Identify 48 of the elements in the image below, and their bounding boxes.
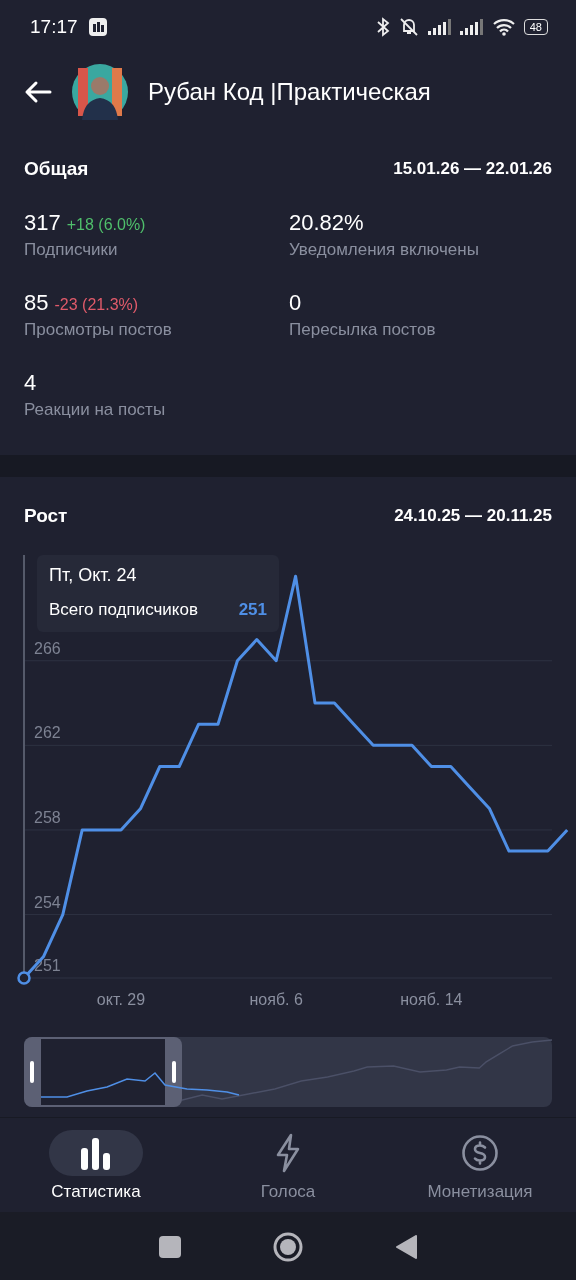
home-button[interactable] (273, 1232, 303, 1262)
date-range: 24.10.25 — 20.11.25 (394, 506, 552, 526)
stat-value: 317 (24, 210, 61, 236)
axis-label: нояб. 6 (249, 991, 303, 1008)
stat-label: Подписчики (24, 240, 119, 260)
wifi-icon (491, 18, 516, 36)
section-title: Рост (24, 505, 68, 527)
date-range: 15.01.26 — 22.01.26 (393, 159, 552, 179)
stat-label: Пересылка постов (289, 320, 437, 340)
tooltip-date: Пт, Окт. 24 (49, 565, 138, 586)
stat-change: +18 (6.0%) (66, 216, 146, 234)
axis-label: 254 (34, 893, 61, 911)
tooltip-label: Всего подписчиков (49, 600, 198, 620)
signal-icon (459, 19, 484, 35)
axis-label: 266 (34, 639, 61, 657)
range-selector[interactable] (24, 1037, 552, 1107)
signal-icon (427, 19, 452, 35)
stat-value: 4 (24, 370, 37, 396)
data-point (17, 971, 31, 985)
nav-tab[interactable]: Статистика (6, 1130, 186, 1202)
avatar (72, 64, 128, 120)
section-title: Общая (24, 158, 89, 180)
recents-button[interactable] (159, 1236, 181, 1258)
dollar-icon (461, 1134, 499, 1172)
axis-label: 262 (34, 724, 61, 742)
nav-tab[interactable]: Голоса (198, 1130, 378, 1202)
app-notification-icon (87, 17, 108, 37)
stat-label: Просмотры постов (24, 320, 173, 340)
stat-change: -23 (21.3%) (54, 296, 139, 314)
muted-bell-icon (397, 17, 420, 37)
stat-label: Реакции на посты (24, 400, 167, 420)
bluetooth-icon (375, 17, 390, 37)
axis-label: окт. 29 (96, 991, 146, 1008)
back-button[interactable] (395, 1235, 417, 1259)
channel-title: Рубан Код |Практическая (148, 78, 431, 106)
battery-level: 48 (523, 19, 548, 35)
axis-label: 251 (34, 957, 61, 974)
stat-label: Уведомления включены (289, 240, 480, 260)
stat-value: 20.82% (289, 210, 364, 236)
axis-label: 258 (34, 808, 61, 826)
tooltip-value: 251 (238, 600, 267, 620)
nav-tab[interactable]: Монетизация (390, 1130, 570, 1202)
stat-value: 0 (289, 290, 302, 316)
back-arrow-icon[interactable] (24, 80, 52, 104)
lightning-icon (274, 1133, 302, 1173)
axis-label: нояб. 14 (400, 991, 463, 1008)
stat-value: 85 (24, 290, 49, 316)
status-time: 17:17 (30, 16, 78, 38)
